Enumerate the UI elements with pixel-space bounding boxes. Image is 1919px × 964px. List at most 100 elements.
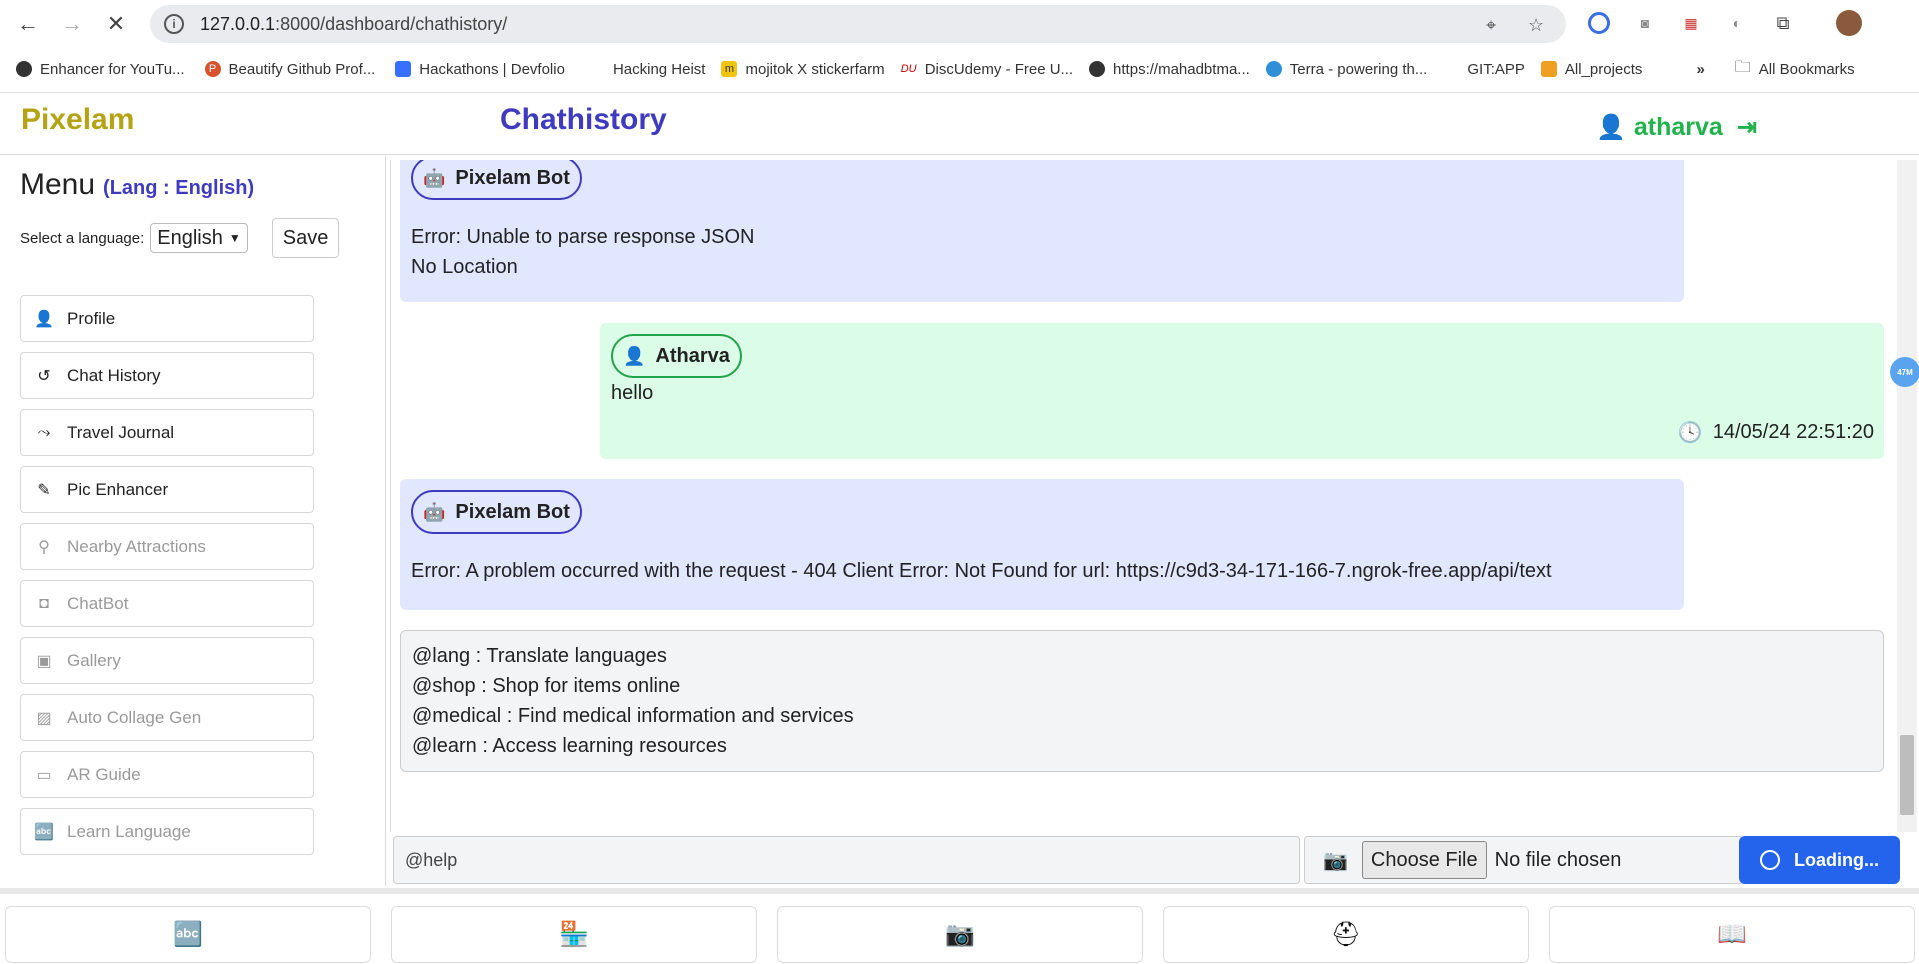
choose-file-button[interactable]: Choose File [1361,841,1487,879]
sidebar-item-travel-journal[interactable]: ⤳ Travel Journal [20,409,314,456]
bookmark-item[interactable]: Enhancer for YouTu... [16,61,185,78]
chat-scrollbar[interactable] [1897,160,1917,832]
bot-message: 🤖 Pixelam Bot Error: A problem occurred w… [400,479,1684,610]
bookmark-item[interactable]: P Beautify Github Prof... [204,61,375,78]
book-icon: 📖 [1717,921,1747,948]
camera-icon: 📷 [1323,849,1348,872]
sender-badge: 🤖 Pixelam Bot [411,160,582,200]
location-icon[interactable]: ⌖ [1486,15,1496,36]
sidebar-item-chatbot[interactable]: ◘ ChatBot [20,580,314,627]
sidebar-item-profile[interactable]: 👤 Profile [20,295,314,342]
sidebar-item-auto-collage[interactable]: ▨ Auto Collage Gen [20,694,314,741]
sidebar-item-label: Learn Language [67,821,191,841]
profile-avatar[interactable] [1836,10,1862,36]
help-line: @lang : Translate languages [412,645,667,667]
sidebar-item-label: Profile [67,308,116,328]
sidebar-item-label: Auto Collage Gen [67,707,202,727]
save-button[interactable]: Save [271,218,340,258]
star-icon[interactable]: ☆ [1528,15,1544,36]
language-select[interactable]: English ▼ [150,223,248,253]
bookmark-label: Enhancer for YouTu... [40,60,185,78]
url-path: :8000/dashboard/chathistory/ [275,13,508,34]
help-line: @learn : Access learning resources [412,735,727,757]
more-bookmarks-button[interactable]: » [1696,61,1704,78]
app-header: Pixelam Chathistory 👤 atharva ⇥ [0,93,1919,155]
composer: @help 📷 Choose File No file chosen Loadi… [393,836,1903,886]
calendar-extension-icon[interactable]: ▦ [1680,12,1702,34]
bookmark-item[interactable]: Hacking Heist [613,61,706,78]
sidebar-item-learn-language[interactable]: 🔤 Learn Language [20,808,314,855]
floating-badge[interactable]: 47M [1890,357,1919,387]
magic-wand-icon: ✎ [37,481,51,499]
sidebar-item-chat-history[interactable]: ↺ Chat History [20,352,314,399]
user-icon: 👤 [34,310,54,328]
user-area: 👤 atharva ⇥ [1596,113,1757,142]
message-timestamp: 🕓 14/05/24 22:51:20 [1678,420,1874,445]
images-icon: ▣ [36,652,52,670]
bookmark-item[interactable]: GIT:APP [1467,61,1525,78]
url-text: 127.0.0.1:8000/dashboard/chathistory/ [200,14,507,35]
map-location-icon: ⚲ [38,538,50,556]
sidebar-item-label: ChatBot [67,593,129,613]
puzzle-icon[interactable]: ⧉ [1772,12,1794,34]
language-row: Select a language: English ▼ Save [20,218,340,258]
camera-extension-icon[interactable]: ◙ [1634,12,1656,34]
menu-lang-label: (Lang : English) [103,177,255,199]
logout-icon[interactable]: ⇥ [1737,113,1757,142]
chat-history-panel[interactable]: 🤖 Pixelam Bot Error: Unable to parse resp… [390,160,1898,832]
camera-nav-button[interactable]: 📷 [777,906,1143,963]
username[interactable]: atharva [1634,113,1723,142]
bookmark-item[interactable]: Hackathons | Devfolio [395,61,565,78]
learn-nav-button[interactable]: 📖 [1549,906,1915,963]
bookmark-item[interactable]: Terra - powering th... [1265,61,1427,78]
bookmark-label: GIT:APP [1467,60,1525,78]
menu-title: Menu (Lang : English) [20,168,254,202]
bookmark-label: All_projects [1564,60,1643,78]
menu-title-text: Menu [20,168,96,201]
globe-icon [1089,61,1106,77]
forward-icon[interactable]: → [56,8,88,40]
help-line: @medical : Find medical information and … [412,705,854,727]
sidebar-item-ar-guide[interactable]: ▭ AR Guide [20,751,314,798]
address-bar[interactable]: i 127.0.0.1:8000/dashboard/chathistory/ … [150,5,1566,43]
back-icon[interactable]: ← [12,8,44,40]
sidebar-item-pic-enhancer[interactable]: ✎ Pic Enhancer [20,466,314,513]
site-info-icon[interactable]: i [164,14,184,34]
shop-nav-button[interactable]: 🏪 [391,906,757,963]
scroll-thumb[interactable] [1900,735,1914,815]
bookmark-item[interactable]: https://mahadbtma... [1089,61,1250,78]
p-logo-icon: P [204,61,221,77]
medical-nav-button[interactable]: ⛑ [1163,906,1529,963]
stop-loading-icon[interactable]: ✕ [100,8,132,40]
language-select-value: English [157,226,223,249]
mojitok-icon: m [721,61,738,77]
folder-icon: 🗀 [1734,58,1751,76]
help-line: @shop : Shop for items online [412,675,681,697]
language-icon: 🔤 [173,921,203,948]
bookmark-item[interactable]: All_projects [1540,60,1643,78]
extension-4-icon[interactable]: ◐ [1726,12,1748,34]
language-icon: 🔤 [34,823,54,841]
timestamp-text: 14/05/24 22:51:20 [1712,421,1874,443]
bookmarks-bar: Enhancer for YouTu... P Beautify Github P… [0,52,1919,86]
bookmark-item[interactable]: m mojitok X stickerfarm [721,61,885,78]
medical-kit-icon: ⛑ [1330,921,1362,948]
sidebar-item-nearby-attractions[interactable]: ⚲ Nearby Attractions [20,523,314,570]
message-line: Error: Unable to parse response JSON [411,226,755,248]
extension-1-icon[interactable] [1588,12,1610,34]
language-nav-button[interactable]: 🔤 [5,906,371,963]
discudemy-icon: DU [900,61,917,77]
sidebar-item-gallery[interactable]: ▣ Gallery [20,637,314,684]
send-button-label: Loading... [1794,849,1879,870]
send-button[interactable]: Loading... [1739,836,1900,884]
camera-icon: 📷 [945,921,975,948]
bookmark-label: https://mahadbtma... [1113,60,1250,78]
sidebar-item-label: AR Guide [67,764,141,784]
route-icon: ⤳ [37,423,51,441]
robot-icon: ◘ [39,594,49,612]
message-input[interactable]: @help [393,836,1300,884]
all-bookmarks-button[interactable]: 🗀 All Bookmarks [1735,56,1855,83]
brand-logo[interactable]: Pixelam [21,103,134,137]
robot-icon: 🤖 [423,167,446,188]
bookmark-item[interactable]: DU DiscUdemy - Free U... [900,61,1073,78]
